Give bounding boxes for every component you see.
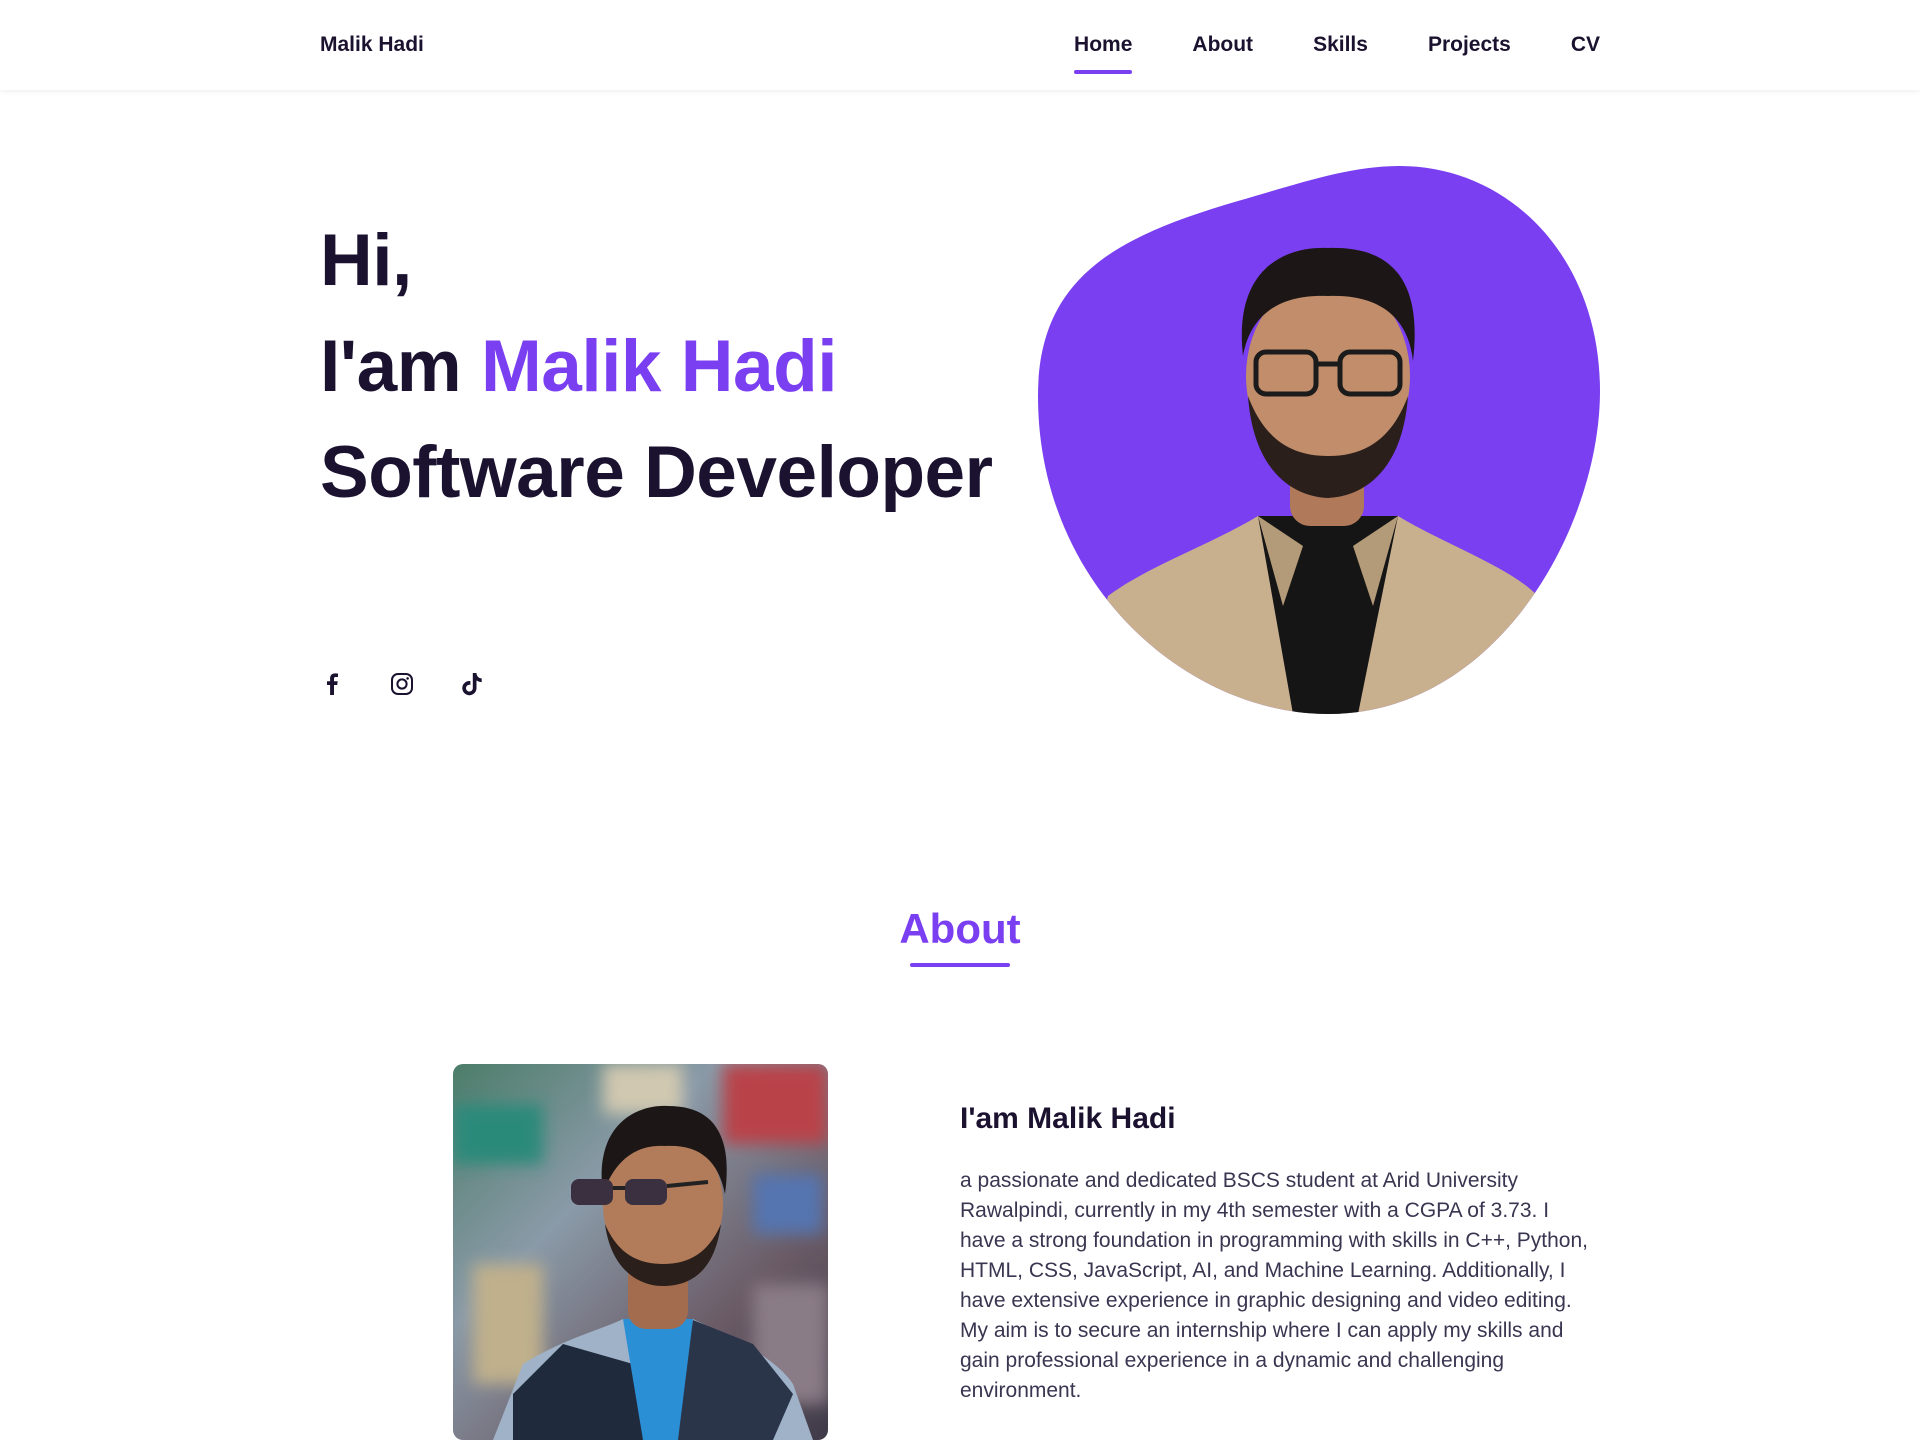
hero-greeting: Hi, — [320, 220, 412, 301]
about-photo — [453, 1064, 828, 1440]
nav-projects[interactable]: Projects — [1428, 33, 1511, 57]
hero-role: Software Developer — [320, 432, 993, 513]
site-header: Malik Hadi Home About Skills Projects CV — [0, 0, 1920, 90]
site-logo[interactable]: Malik Hadi — [320, 33, 424, 57]
main-nav: Home About Skills Projects CV — [1074, 33, 1600, 74]
social-links — [320, 672, 484, 696]
facebook-icon[interactable] — [320, 672, 344, 696]
instagram-icon[interactable] — [390, 672, 414, 696]
about-heading: I'am Malik Hadi — [960, 1102, 1176, 1135]
nav-cv[interactable]: CV — [1571, 33, 1600, 57]
tiktok-icon[interactable] — [460, 672, 484, 696]
hero-intro: I'am Malik Hadi — [320, 314, 993, 420]
hero-heading: Hi, I'am Malik Hadi Software Developer — [320, 208, 993, 526]
hero-portrait — [1038, 166, 1600, 714]
nav-home[interactable]: Home — [1074, 33, 1133, 74]
about-description: a passionate and dedicated BSCS student … — [960, 1169, 1589, 1402]
about-title-underline — [910, 963, 1010, 967]
nav-skills[interactable]: Skills — [1313, 33, 1368, 57]
hero-name: Malik Hadi — [480, 326, 838, 407]
about-section-title: About — [899, 905, 1021, 952]
hero-intro-prefix: I'am — [320, 326, 481, 407]
nav-about[interactable]: About — [1192, 33, 1253, 57]
